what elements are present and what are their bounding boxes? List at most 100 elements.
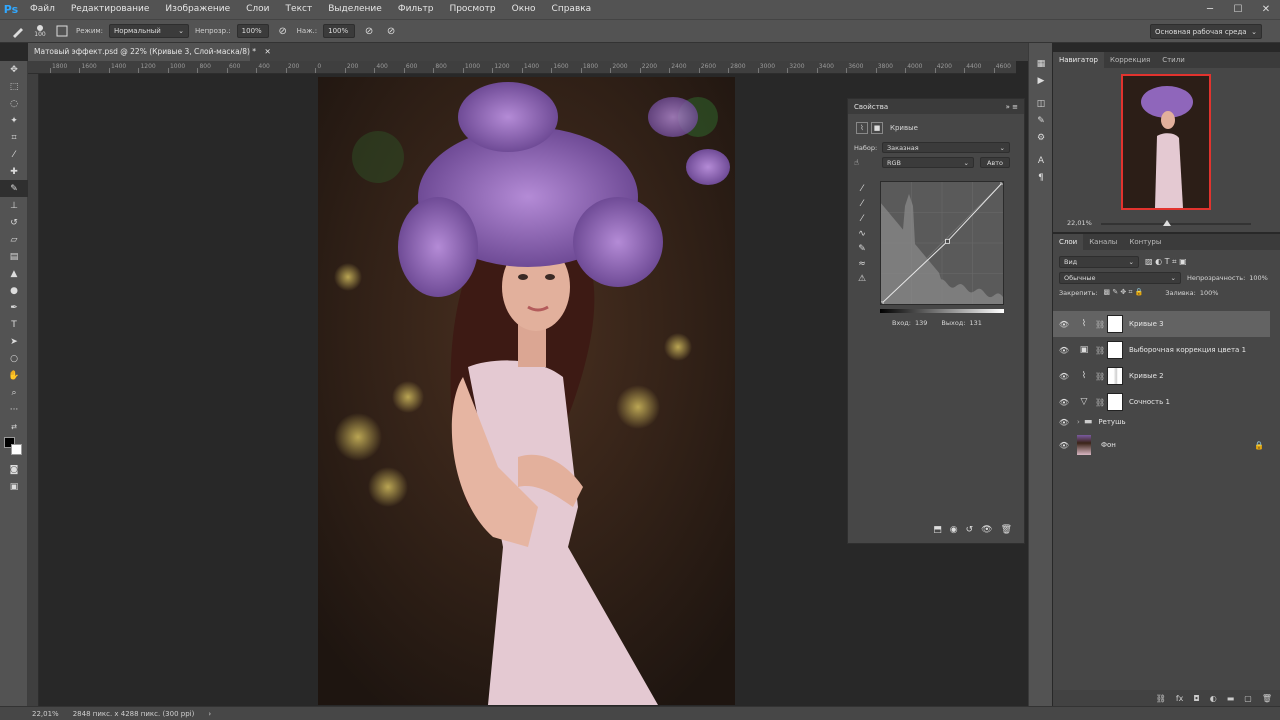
- document-image[interactable]: [318, 77, 735, 705]
- layer-name[interactable]: Фон: [1101, 441, 1116, 449]
- menu-window[interactable]: Окно: [504, 0, 544, 19]
- layer-name[interactable]: Выборочная коррекция цвета 1: [1129, 346, 1246, 354]
- menu-help[interactable]: Справка: [544, 0, 600, 19]
- hand-tool-icon[interactable]: ✋: [0, 367, 28, 384]
- link-icon[interactable]: ⛓: [1095, 372, 1105, 381]
- pressure-size-icon[interactable]: ⊘: [383, 23, 399, 39]
- navigator-thumbnail[interactable]: [1121, 74, 1211, 210]
- clone-stamp-tool-icon[interactable]: ⊥: [0, 197, 28, 214]
- link-layers-icon[interactable]: ⛓: [1156, 694, 1166, 703]
- menu-view[interactable]: Просмотр: [441, 0, 503, 19]
- trash-icon[interactable]: 🗑: [1001, 525, 1012, 535]
- menu-edit[interactable]: Редактирование: [63, 0, 158, 19]
- expand-arrow-icon[interactable]: ›: [1077, 418, 1080, 426]
- layer-filter-select[interactable]: Вид ⌄: [1059, 256, 1139, 268]
- draw-curve-icon[interactable]: ✎: [854, 241, 870, 256]
- clipping-warning-icon[interactable]: ⚠: [854, 271, 870, 286]
- panel-menu-icon[interactable]: » ≡: [1006, 103, 1018, 111]
- visibility-icon[interactable]: 👁: [981, 525, 992, 535]
- status-zoom[interactable]: 22,01%: [32, 710, 59, 718]
- layer-name[interactable]: Кривые 3: [1129, 320, 1164, 328]
- history-icon[interactable]: ▦: [1029, 55, 1053, 72]
- link-icon[interactable]: ⛓: [1095, 320, 1105, 329]
- channel-select[interactable]: RGB ⌄: [882, 157, 974, 168]
- gradient-tool-icon[interactable]: ▤: [0, 248, 28, 265]
- curves-svg[interactable]: [878, 179, 1006, 307]
- ellipse-tool-icon[interactable]: ○: [0, 350, 28, 367]
- marquee-tool-icon[interactable]: ⬚: [0, 78, 28, 95]
- link-icon[interactable]: ⛓: [1095, 398, 1105, 407]
- visibility-eye-icon[interactable]: 👁: [1057, 398, 1071, 407]
- gray-point-eyedropper-icon[interactable]: ⁄: [854, 196, 870, 211]
- navigator-zoom[interactable]: 22,01%: [1067, 219, 1092, 227]
- move-tool-icon[interactable]: ✥: [0, 61, 28, 78]
- layer-name[interactable]: Сочность 1: [1129, 398, 1170, 406]
- color-swatches[interactable]: [0, 435, 28, 461]
- fill-value[interactable]: 100%: [1200, 289, 1219, 297]
- layer-selective-color-1[interactable]: 👁 ▣ ⛓ Выборочная коррекция цвета 1: [1053, 337, 1270, 363]
- layer-curves-3[interactable]: 👁 ⌇ ⛓ Кривые 3: [1053, 311, 1270, 337]
- layer-curves-2[interactable]: 👁 ⌇ ⛓ Кривые 2: [1053, 363, 1270, 389]
- opacity-field[interactable]: 100%: [236, 24, 269, 38]
- tab-channels[interactable]: Каналы: [1083, 234, 1123, 250]
- healing-brush-tool-icon[interactable]: ✚: [0, 163, 28, 180]
- layer-mask-icon[interactable]: ■: [871, 122, 883, 134]
- flow-field[interactable]: 100%: [323, 24, 356, 38]
- white-point-eyedropper-icon[interactable]: ⁄: [854, 211, 870, 226]
- properties-icon[interactable]: ◫: [1029, 95, 1053, 112]
- link-icon[interactable]: ⛓: [1095, 346, 1105, 355]
- menu-layers[interactable]: Слои: [238, 0, 277, 19]
- screen-mode-icon[interactable]: ▣: [0, 478, 28, 495]
- pressure-opacity-icon[interactable]: ⊘: [275, 23, 291, 39]
- tab-paths[interactable]: Контуры: [1123, 234, 1167, 250]
- menu-select[interactable]: Выделение: [320, 0, 390, 19]
- lasso-tool-icon[interactable]: ◌: [0, 95, 28, 112]
- trash-icon[interactable]: 🗑: [1262, 694, 1272, 703]
- paragraph-icon[interactable]: ¶: [1029, 169, 1053, 186]
- layer-opacity-value[interactable]: 100%: [1249, 274, 1268, 282]
- mode-select[interactable]: Нормальный ⌄: [109, 24, 190, 38]
- fx-icon[interactable]: fx: [1176, 694, 1184, 703]
- tool-presets-icon[interactable]: ⚙: [1029, 129, 1053, 146]
- tab-layers[interactable]: Слои: [1053, 234, 1084, 250]
- input-value[interactable]: 139: [915, 319, 927, 327]
- preset-select[interactable]: Заказная ⌄: [882, 142, 1010, 153]
- lock-icons[interactable]: ▩ ✎ ✥ ⌗ 🔒: [1103, 288, 1143, 297]
- document-tab[interactable]: Матовый эффект.psd @ 22% (Кривые 3, Слой…: [28, 43, 271, 61]
- brush-preset-icon[interactable]: 100: [32, 23, 48, 39]
- minimize-icon[interactable]: ─: [1196, 0, 1224, 19]
- visibility-eye-icon[interactable]: 👁: [1057, 320, 1071, 329]
- visibility-eye-icon[interactable]: 👁: [1057, 346, 1071, 355]
- close-icon[interactable]: ✕: [1252, 0, 1280, 19]
- zoom-slider-handle[interactable]: [1163, 220, 1171, 226]
- blur-tool-icon[interactable]: ▲: [0, 265, 28, 282]
- more-tools-icon[interactable]: ···: [0, 401, 28, 418]
- actions-icon[interactable]: ▶: [1029, 72, 1053, 89]
- layer-background[interactable]: 👁 Фон 🔒: [1053, 432, 1270, 458]
- layer-group-retouch[interactable]: 👁 › ▬ Ретушь: [1053, 412, 1270, 432]
- menu-type[interactable]: Текст: [278, 0, 321, 19]
- new-layer-icon[interactable]: ▢: [1244, 694, 1252, 703]
- brushes-icon[interactable]: ✎: [1029, 112, 1053, 129]
- menu-image[interactable]: Изображение: [157, 0, 238, 19]
- tab-navigator[interactable]: Навигатор: [1053, 52, 1104, 68]
- crop-tool-icon[interactable]: ⌗: [0, 129, 28, 146]
- eyedropper-tool-icon[interactable]: ⁄: [0, 146, 28, 163]
- smooth-curve-icon[interactable]: ≈: [854, 256, 870, 271]
- black-point-eyedropper-icon[interactable]: ⁄: [854, 181, 870, 196]
- clip-to-layer-icon[interactable]: ⬒: [933, 525, 942, 535]
- swap-colors-icon[interactable]: ⇄: [0, 418, 28, 435]
- tab-adjustments[interactable]: Коррекция: [1104, 52, 1156, 68]
- path-selection-tool-icon[interactable]: ➤: [0, 333, 28, 350]
- add-mask-icon[interactable]: ◘: [1193, 694, 1199, 703]
- layer-name[interactable]: Ретушь: [1098, 418, 1125, 426]
- brush-tool-icon[interactable]: [10, 23, 26, 39]
- view-previous-icon[interactable]: ◉: [950, 525, 958, 535]
- character-icon[interactable]: A: [1029, 152, 1053, 169]
- navigator-zoom-slider[interactable]: [1101, 223, 1251, 225]
- close-tab-icon[interactable]: ✕: [264, 47, 270, 56]
- background-color[interactable]: [11, 444, 22, 455]
- filter-icons[interactable]: ▨ ◐ T ⌗ ▣: [1145, 257, 1187, 267]
- dodge-tool-icon[interactable]: ●: [0, 282, 28, 299]
- menu-file[interactable]: Файл: [22, 0, 63, 19]
